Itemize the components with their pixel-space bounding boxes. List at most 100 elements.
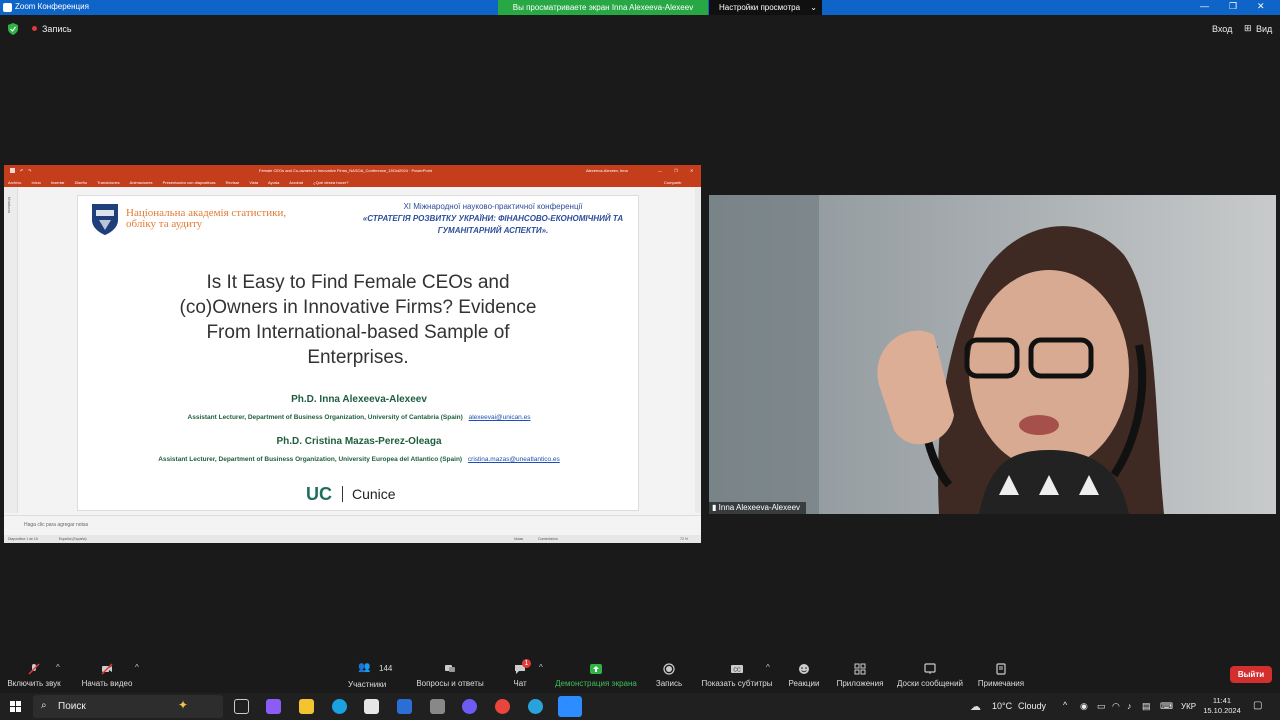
chat-button[interactable]: 1 Чат <box>504 655 536 693</box>
task-view-icon[interactable] <box>234 699 249 714</box>
thumbnails-pane[interactable]: Miniaturas <box>4 187 18 513</box>
ribbon-tab[interactable]: Archivo <box>8 180 21 185</box>
notes-pane[interactable]: Haga clic para agregar notas <box>4 515 701 535</box>
ribbon-tab[interactable]: Diseño <box>75 180 87 185</box>
ribbon-tab[interactable]: Ayuda <box>268 180 279 185</box>
weather-temp: 10°C <box>992 701 1013 711</box>
qa-button[interactable]: Вопросы и ответы <box>414 655 486 693</box>
whiteboards-button[interactable]: Доски сообщений <box>894 655 966 693</box>
view-button[interactable]: Вид <box>1256 24 1272 34</box>
language-indicator[interactable]: УКР <box>1181 702 1196 711</box>
leave-button[interactable]: Выйти <box>1230 666 1272 683</box>
captions-options-chevron-icon[interactable]: ^ <box>766 663 770 672</box>
clock[interactable]: 11:41 15.10.2024 <box>1200 696 1244 716</box>
ppt-statusbar: Diapositiva 1 de 16 Español (España) Not… <box>4 535 701 543</box>
minimize-icon[interactable]: — <box>1200 1 1209 11</box>
zoom-app-icon <box>3 3 12 12</box>
participants-label: Участники <box>348 680 387 689</box>
edge-icon[interactable] <box>332 699 347 714</box>
close-icon[interactable]: ✕ <box>1257 1 1265 12</box>
meeting-topbar: Запись Вход ⊞ Вид <box>0 15 1280 45</box>
ribbon-tab[interactable]: Revisar <box>226 180 240 185</box>
reactions-button[interactable]: Реакции <box>786 655 822 693</box>
tray-network-icon[interactable]: ▤ <box>1142 701 1151 712</box>
undo-icon[interactable]: ↶ <box>20 168 23 173</box>
tray-viber-icon[interactable]: ◉ <box>1080 701 1088 712</box>
participant-name: Inna Alexeeva-Alexeev <box>718 503 801 512</box>
participant-video[interactable] <box>709 195 1276 514</box>
comments-toggle[interactable]: Comentarios <box>538 537 558 541</box>
author1-email-link[interactable]: alexeevai@unican.es <box>469 414 531 421</box>
slide[interactable]: Національна академія статистики, обліку … <box>77 195 639 511</box>
start-video-button[interactable]: Начать видео <box>74 655 140 693</box>
calculator-icon[interactable] <box>430 699 445 714</box>
unmute-button[interactable]: Включить звук <box>0 655 68 693</box>
participant-name-tag: ▮ Inna Alexeeva-Alexeev <box>709 502 807 514</box>
chat-options-chevron-icon[interactable]: ^ <box>539 663 543 672</box>
ppt-share-button[interactable]: Compartir <box>664 180 682 185</box>
tray-chevron-icon[interactable]: ^ <box>1063 700 1067 710</box>
window-title: Zoom Конференция <box>15 2 89 11</box>
save-icon[interactable] <box>10 168 15 173</box>
redo-icon[interactable]: ↷ <box>28 168 31 173</box>
tray-keyboard-icon[interactable]: ⌨ <box>1160 701 1173 712</box>
ppt-close-icon[interactable]: ✕ <box>690 168 693 173</box>
author2-name: Ph.D. Cristina Mazas-Perez-Oleaga <box>276 436 442 447</box>
grid-view-icon[interactable]: ⊞ <box>1244 23 1252 34</box>
chrome-icon[interactable] <box>495 699 510 714</box>
telegram-icon[interactable] <box>528 699 543 714</box>
signal-bars-icon: ▮ <box>712 503 717 512</box>
view-settings-dropdown[interactable]: Настройки просмотра ⌄ <box>709 0 822 15</box>
chevron-down-icon: ⌄ <box>810 3 817 12</box>
store-icon[interactable] <box>364 699 379 714</box>
record-button[interactable]: Запись <box>652 655 686 693</box>
file-explorer-icon[interactable] <box>299 699 314 714</box>
reactions-label: Реакции <box>788 679 820 688</box>
audio-options-chevron-icon[interactable]: ^ <box>56 663 60 672</box>
enter-button[interactable]: Вход <box>1212 24 1232 34</box>
notes-toggle[interactable]: Notas <box>514 537 523 541</box>
ribbon-tab[interactable]: Acrobat <box>289 180 303 185</box>
search-placeholder: Поиск <box>58 701 86 712</box>
recording-label: Запись <box>42 24 72 34</box>
zoom-level[interactable]: 72 % <box>680 537 688 541</box>
search-highlight-icon: ✦ <box>178 698 189 712</box>
ribbon-tab[interactable]: Inicio <box>31 180 40 185</box>
notifications-icon[interactable]: ▢ <box>1253 700 1262 711</box>
captions-button[interactable]: CC Показать субтитры <box>700 655 774 693</box>
apps-button[interactable]: Приложения <box>834 655 886 693</box>
ribbon-tab[interactable]: Transiciones <box>97 180 120 185</box>
tray-wifi-icon[interactable]: ◠ <box>1112 701 1120 712</box>
media-player-icon[interactable] <box>462 699 477 714</box>
academy-crest-logo <box>92 204 118 235</box>
participants-count: 144 <box>379 664 393 673</box>
mail-icon[interactable] <box>397 699 412 714</box>
ribbon-search[interactable]: ¿Qué desea hacer? <box>313 180 348 185</box>
tray-battery-icon[interactable]: ▭ <box>1097 701 1106 712</box>
security-shield-icon[interactable] <box>8 23 18 35</box>
notes-button[interactable]: Примечания <box>974 655 1028 693</box>
ppt-minimize-icon[interactable]: — <box>658 168 662 173</box>
ribbon-tab[interactable]: Animaciones <box>130 180 153 185</box>
captions-icon: CC <box>731 665 743 674</box>
restore-icon[interactable]: ❐ <box>1229 1 1237 12</box>
qa-icon <box>445 665 455 672</box>
ribbon-tab[interactable]: Vista <box>249 180 258 185</box>
windows-start-icon[interactable] <box>10 701 21 712</box>
ribbon-tab[interactable]: Insertar <box>51 180 65 185</box>
academy-name: Національна академія статистики, обліку … <box>126 207 287 230</box>
uc-logo: UC <box>306 484 332 504</box>
ribbon-tab[interactable]: Presentación con diapositivas <box>163 180 216 185</box>
copilot-icon[interactable] <box>266 699 281 714</box>
author2-email-link[interactable]: cristina.mazas@uneatlantico.es <box>468 456 560 463</box>
chat-badge: 1 <box>522 659 531 668</box>
shared-screen[interactable]: ↶ ↷ Female CEOs and Co-owners in Innovat… <box>4 165 701 543</box>
taskbar-search-input[interactable]: ⌕ Поиск ✦ <box>33 695 223 718</box>
tray-volume-icon[interactable]: ♪ <box>1127 701 1132 711</box>
slide-scrollbar[interactable] <box>695 187 701 513</box>
participants-button[interactable]: 👥 144 Участники <box>340 655 396 693</box>
video-options-chevron-icon[interactable]: ^ <box>135 663 139 672</box>
zoom-taskbar-icon[interactable] <box>558 696 582 717</box>
share-screen-button[interactable]: Демонстрация экрана <box>552 655 640 693</box>
ppt-restore-icon[interactable]: ❐ <box>674 168 678 173</box>
